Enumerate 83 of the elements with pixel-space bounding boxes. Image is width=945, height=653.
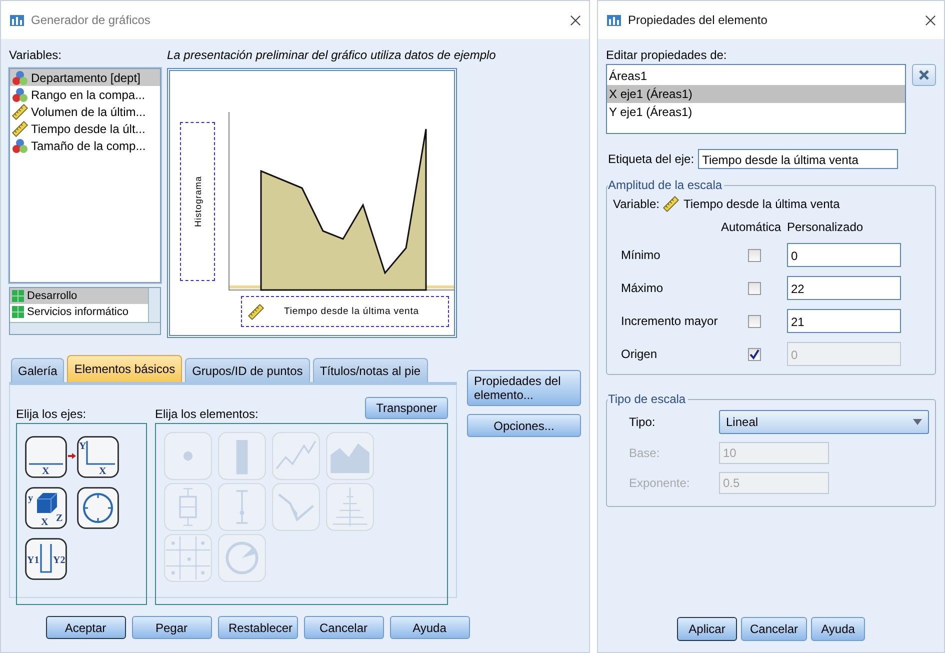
- variables-label: Variables:: [9, 47, 62, 64]
- nominal-variable-icon: [12, 138, 28, 154]
- axis-label-label: Etiqueta del eje:: [608, 152, 694, 166]
- app-icon: [606, 12, 622, 28]
- caret-icon: [913, 419, 922, 425]
- ruler-icon: [12, 120, 28, 136]
- category-list[interactable]: Desarrollo Servicios informático: [9, 287, 161, 335]
- close-icon[interactable]: [925, 14, 936, 26]
- edit-properties-label: Editar propiedades de:: [606, 47, 728, 64]
- row-label: Incremento mayor: [621, 314, 719, 328]
- tab[interactable]: Galería: [11, 358, 64, 382]
- type-label: Tipo:: [629, 415, 656, 429]
- group-title: Amplitud de la escala: [608, 178, 724, 192]
- checkbox[interactable]: [748, 248, 760, 262]
- category-icon: [12, 306, 24, 318]
- side-button[interactable]: Opciones...: [467, 414, 581, 437]
- column-header: Personalizado: [787, 220, 864, 234]
- variable-name: Tiempo desde la última venta: [683, 197, 840, 211]
- variable-item[interactable]: Tamaño de la comp...: [10, 137, 160, 154]
- type-dropdown[interactable]: Lineal: [719, 410, 929, 434]
- arrow-icon: [68, 452, 76, 460]
- value-field[interactable]: 22: [787, 276, 901, 300]
- app-icon: [9, 12, 25, 28]
- axis-type-button[interactable]: Y X: [77, 436, 119, 478]
- dialog-button[interactable]: Aplicar: [676, 617, 737, 641]
- nominal-variable-icon: [12, 86, 28, 102]
- x-axis-drop-zone[interactable]: Tiempo desde la última venta: [241, 296, 449, 327]
- properties-list[interactable]: Áreas1 X eje1 (Áreas1) Y eje1 (Áreas1): [606, 64, 906, 134]
- category-item[interactable]: Desarrollo: [10, 288, 148, 304]
- ruler-icon: [12, 104, 28, 120]
- preview-caption: La presentación preliminar del gráfico utiliza datos de ejemplo: [167, 47, 496, 64]
- checkbox[interactable]: [748, 314, 760, 328]
- axis-type-button[interactable]: y X Z: [25, 487, 67, 529]
- dialog-button[interactable]: Aceptar: [46, 616, 126, 639]
- close-icon[interactable]: [570, 14, 581, 26]
- delete-button[interactable]: [912, 64, 936, 86]
- checkbox[interactable]: [748, 282, 760, 294]
- variable-item[interactable]: Departamento [dept]: [10, 69, 160, 86]
- dialog-button[interactable]: Cancelar: [304, 616, 384, 639]
- tab[interactable]: Títulos/notas al pie: [312, 358, 428, 382]
- value-field[interactable]: 0: [787, 243, 901, 267]
- row-label: Mínimo: [621, 248, 662, 262]
- column-header: Automática: [721, 220, 782, 234]
- variable-item[interactable]: Tiempo desde la últ...: [10, 120, 160, 137]
- y-axis-drop-zone[interactable]: Histograma: [180, 122, 215, 281]
- variables-list[interactable]: Departamento [dept] Rango en la compa... Volumen de la últim... Tiempo desde la últ... Tamaño de la comp...: [9, 68, 161, 283]
- list-item[interactable]: X eje1 (Áreas1): [607, 85, 906, 103]
- category-item[interactable]: Servicios informático: [10, 304, 148, 320]
- transpose-button[interactable]: Transponer: [365, 397, 448, 419]
- dialog-button[interactable]: Cancelar: [740, 617, 808, 641]
- axis-title: Tiempo desde la última venta: [284, 306, 419, 317]
- axis-type-button[interactable]: [77, 487, 119, 529]
- field-label: Base:: [629, 446, 661, 460]
- dialog-button[interactable]: Pegar: [132, 616, 212, 639]
- dialog-button[interactable]: Ayuda: [390, 616, 470, 639]
- axis-title: Histograma: [192, 176, 202, 227]
- variable-label: Variable:: [613, 197, 660, 211]
- list-item[interactable]: Y eje1 (Áreas1): [607, 103, 906, 121]
- variable-item[interactable]: Volumen de la últim...: [10, 103, 160, 120]
- axes-label: Elija los ejes:: [16, 407, 86, 421]
- field-label: Exponente:: [629, 476, 691, 490]
- side-button[interactable]: Propiedades del elemento...: [467, 370, 581, 406]
- row-label: Origen: [621, 347, 658, 361]
- vertical-scrollbar[interactable]: [148, 288, 160, 322]
- list-item[interactable]: Áreas1: [607, 67, 906, 85]
- dialog-button[interactable]: Ayuda: [811, 617, 866, 641]
- variable-item[interactable]: Rango en la compa...: [10, 86, 160, 103]
- window-title: Generador de gráficos: [31, 13, 152, 27]
- tab[interactable]: Elementos básicos: [67, 355, 182, 382]
- nominal-variable-icon: [12, 70, 28, 86]
- row-label: Máximo: [621, 281, 664, 295]
- group-title: Tipo de escala: [608, 392, 688, 406]
- dialog-button[interactable]: Restablecer: [218, 616, 298, 639]
- category-icon: [12, 290, 24, 302]
- horizontal-scrollbar[interactable]: [10, 322, 160, 334]
- delete-icon: [918, 69, 930, 81]
- value-field[interactable]: 21: [787, 309, 901, 333]
- axis-type-button[interactable]: X: [25, 436, 67, 478]
- axis-type-button[interactable]: Y1 Y2: [25, 538, 67, 580]
- tab[interactable]: Grupos/ID de puntos: [185, 358, 310, 382]
- axis-label-field[interactable]: Tiempo desde la última venta: [698, 149, 898, 169]
- window-title: Propiedades del elemento: [628, 13, 768, 27]
- elements-label: Elija los elementos:: [155, 407, 258, 421]
